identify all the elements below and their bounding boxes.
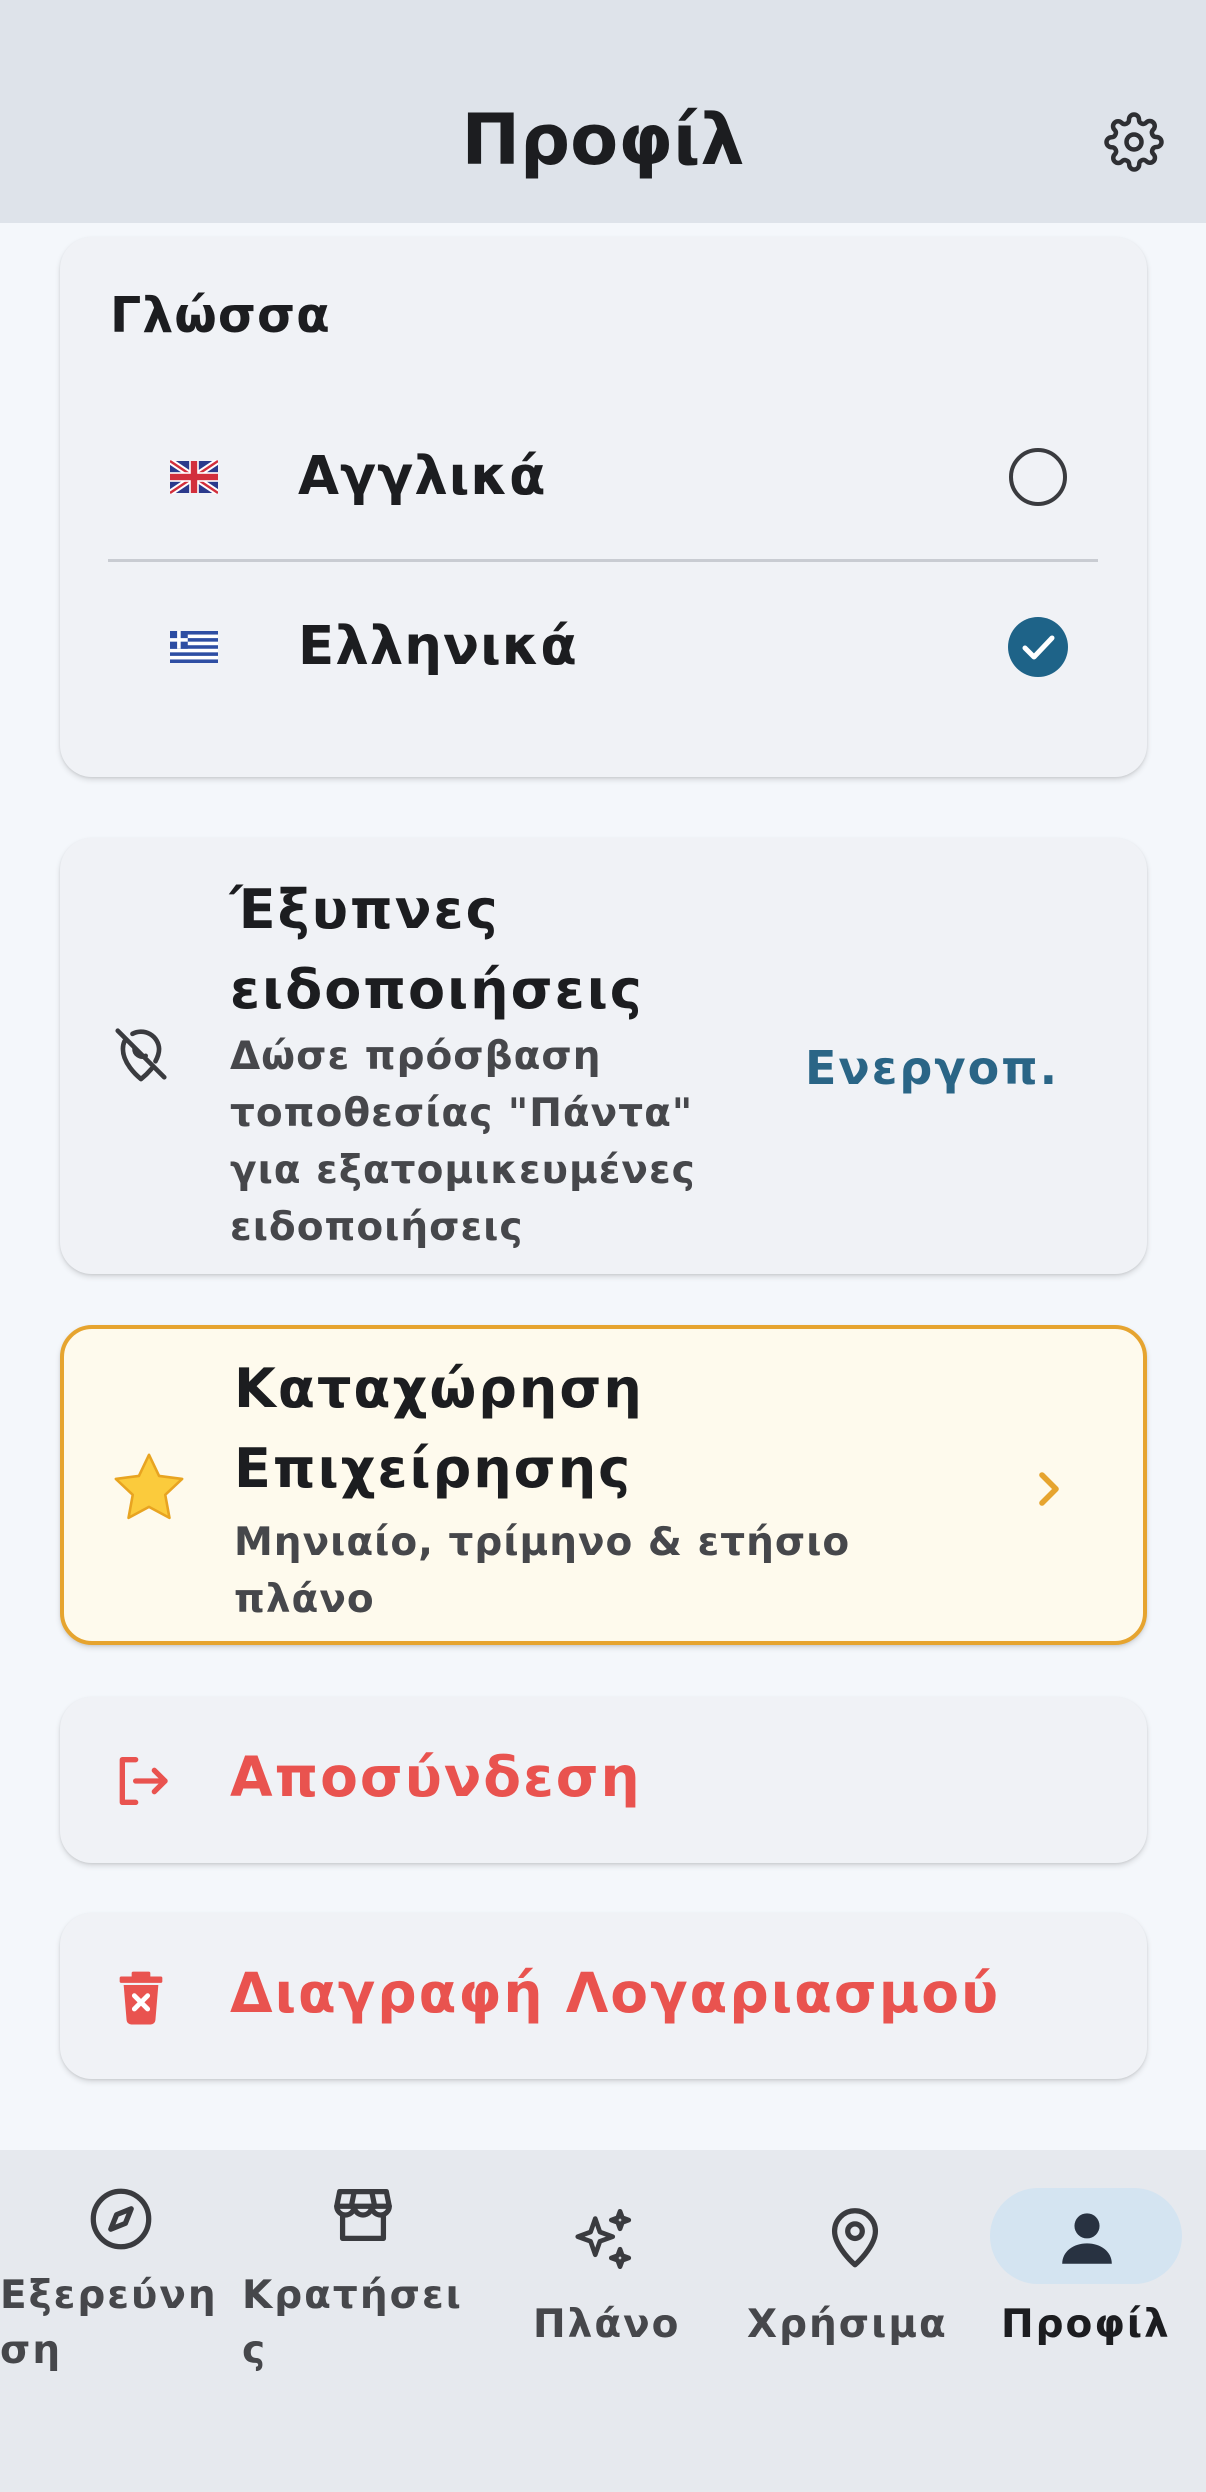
sparkles-icon	[575, 2208, 632, 2270]
logout-label: Αποσύνδεση	[230, 1745, 642, 1809]
compass-icon	[90, 2188, 152, 2250]
nav-item-explore[interactable]: Εξερεύνη ση	[0, 2150, 230, 2410]
description-line: Δώσε πρόσβαση	[230, 1034, 602, 1079]
nav-label: Εξερεύνη ση	[0, 2268, 218, 2378]
description-line: πλάνο	[234, 1577, 375, 1622]
smart-notifications-description: Δώσε πρόσβαση τοποθεσίας "Πάντα" για εξα…	[230, 1028, 750, 1256]
description-line: ειδοποιήσεις	[230, 1205, 524, 1250]
language-option-greek[interactable]: Ελληνικά	[108, 572, 1098, 722]
settings-button[interactable]	[1096, 104, 1172, 180]
business-listing-description: Μηνιαίο, τρίμηνο & ετήσιο πλάνο	[234, 1514, 874, 1628]
nav-label: Κρατήσει ς	[242, 2268, 463, 2378]
star-icon	[114, 1453, 184, 1520]
trash-icon	[119, 1971, 163, 2025]
logout-icon	[119, 1757, 168, 1805]
divider	[108, 559, 1098, 562]
description-line: για εξατομικευμένες	[230, 1148, 696, 1193]
location-off-icon	[115, 1028, 167, 1082]
title-line: ειδοποιήσεις	[230, 958, 644, 1021]
smart-notifications-title: Έξυπνες ειδοποιήσεις	[230, 870, 730, 1030]
language-card: Γλώσσα Αγγλικά Ελληνικά	[60, 237, 1147, 777]
nav-label: Πλάνο	[533, 2302, 681, 2347]
chevron-right-icon	[1039, 1472, 1059, 1506]
delete-account-button[interactable]: Διαγραφή Λογαριασμού	[60, 1913, 1147, 2079]
title-line: Επιχείρησης	[234, 1437, 633, 1500]
logout-button[interactable]: Αποσύνδεση	[60, 1697, 1147, 1863]
nav-label-line: ση	[0, 2328, 63, 2373]
business-listing-title: Καταχώρηση Επιχείρησης	[234, 1349, 934, 1509]
uk-flag-icon	[170, 460, 218, 494]
nav-label-line: Κρατήσει	[242, 2273, 463, 2318]
title-line: Έξυπνες	[230, 878, 500, 941]
nav-label: Χρήσιμα	[747, 2302, 948, 2347]
smart-notifications-card: Έξυπνες ειδοποιήσεις Δώσε πρόσβαση τοποθ…	[60, 838, 1147, 1274]
delete-account-label: Διαγραφή Λογαριασμού	[230, 1961, 1001, 2025]
enable-notifications-button[interactable]: Ενεργοπ.	[805, 1028, 1059, 1108]
language-section-title: Γλώσσα	[110, 287, 331, 344]
bottom-navigation: Εξερεύνη ση Κρατήσει ς Πλάνο Χρήσιμα Προ…	[0, 2150, 1206, 2492]
nav-item-useful[interactable]: Χρήσιμα	[740, 2150, 970, 2410]
store-icon	[334, 2189, 392, 2241]
language-option-english[interactable]: Αγγλικά	[108, 402, 1098, 552]
description-line: τοποθεσίας "Πάντα"	[230, 1091, 694, 1136]
nav-item-plan[interactable]: Πλάνο	[505, 2150, 705, 2410]
nav-item-profile[interactable]: Προφίλ	[990, 2150, 1206, 2410]
top-app-bar: Προφίλ	[0, 0, 1206, 223]
check-circle-icon[interactable]	[1008, 617, 1068, 677]
nav-label-line: ς	[242, 2328, 268, 2373]
gear-icon	[1104, 112, 1164, 172]
nav-label: Προφίλ	[1001, 2302, 1171, 2347]
location-pin-icon	[831, 2208, 879, 2268]
page-title: Προφίλ	[461, 99, 745, 181]
description-line: Μηνιαίο, τρίμηνο & ετήσιο	[234, 1520, 851, 1565]
nav-label-line: Εξερεύνη	[0, 2273, 218, 2318]
language-option-label: Ελληνικά	[298, 616, 578, 677]
nav-item-bookings[interactable]: Κρατήσει ς	[240, 2150, 470, 2410]
greece-flag-icon	[170, 631, 218, 663]
business-listing-card[interactable]: Καταχώρηση Επιχείρησης Μηνιαίο, τρίμηνο …	[60, 1325, 1147, 1645]
radio-unselected-icon[interactable]	[1008, 447, 1068, 507]
title-line: Καταχώρηση	[234, 1357, 644, 1420]
language-option-label: Αγγλικά	[298, 446, 547, 507]
person-icon	[1062, 2213, 1112, 2264]
